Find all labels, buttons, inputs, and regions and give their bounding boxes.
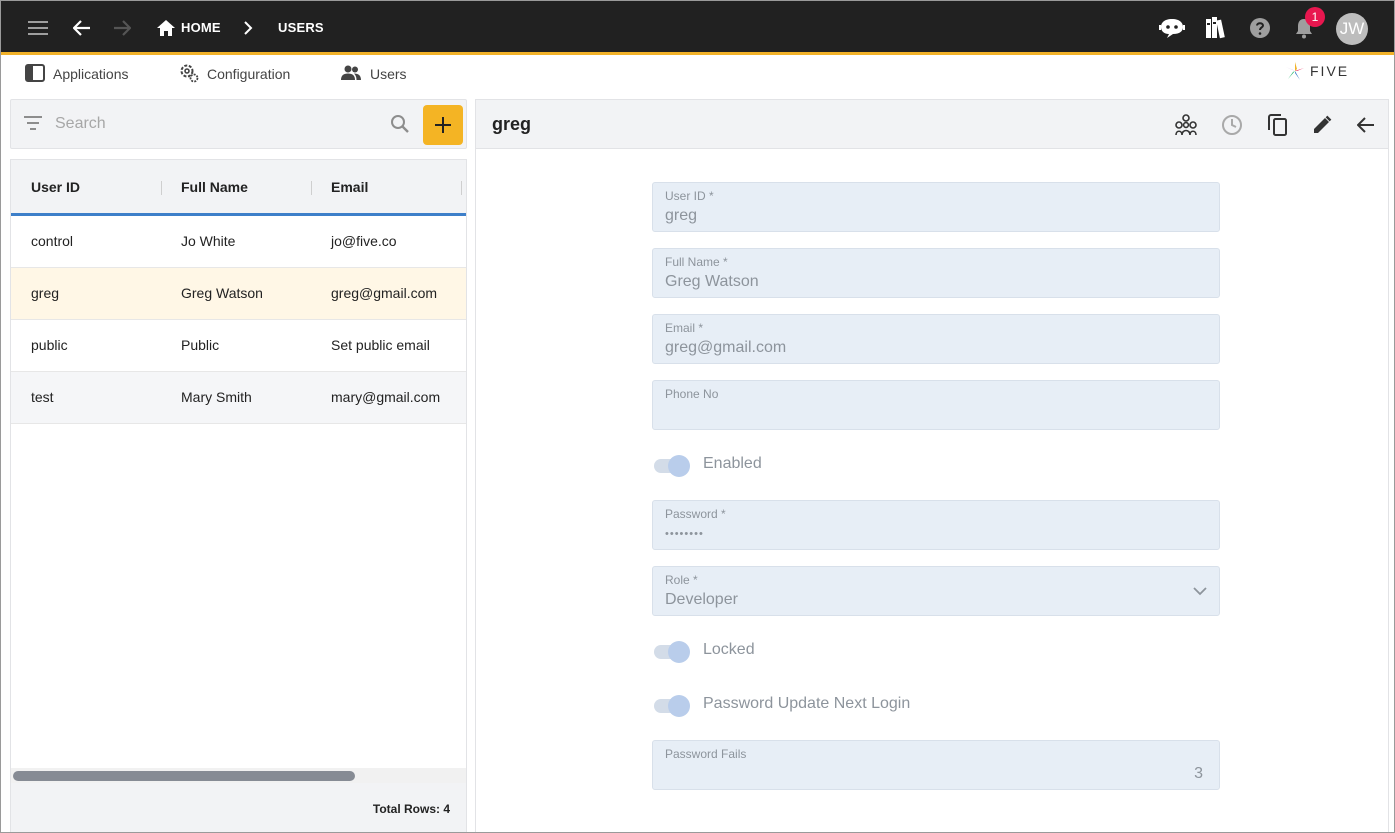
add-record-button[interactable] xyxy=(423,105,463,145)
user-id-label: User ID * xyxy=(665,189,714,203)
table-footer: Total Rows: 4 xyxy=(11,783,466,832)
cell-full-name: Public xyxy=(181,337,220,353)
filter-icon[interactable] xyxy=(24,116,42,135)
toggle-knob xyxy=(668,695,690,717)
five-logo-mark-icon xyxy=(1286,62,1304,80)
nav-users[interactable]: Users xyxy=(340,63,407,85)
nav-configuration[interactable]: Configuration xyxy=(179,63,290,85)
users-icon xyxy=(340,65,362,84)
table-row[interactable]: control Jo White jo@five.co xyxy=(11,216,466,268)
home-icon[interactable] xyxy=(152,14,180,42)
app-window: HOME USERS 1 JW Applications Configurati… xyxy=(0,0,1395,833)
breadcrumb-users[interactable]: USERS xyxy=(278,20,324,35)
chat-bot-icon[interactable] xyxy=(1158,14,1186,42)
password-field[interactable]: Password * •••••••• xyxy=(652,500,1220,550)
toggle-knob xyxy=(668,641,690,663)
chevron-down-icon[interactable] xyxy=(1193,583,1207,601)
locked-toggle[interactable] xyxy=(652,640,692,663)
cell-full-name: Mary Smith xyxy=(181,389,252,405)
copy-icon[interactable] xyxy=(1265,112,1291,138)
locked-label: Locked xyxy=(703,641,755,658)
total-rows-label: Total Rows: 4 xyxy=(372,802,450,816)
horizontal-scrollbar[interactable] xyxy=(11,768,466,783)
role-select[interactable]: Role * Developer xyxy=(652,566,1220,616)
cell-full-name: Jo White xyxy=(181,233,236,249)
nav-configuration-label: Configuration xyxy=(207,66,291,82)
password-value: •••••••• xyxy=(665,528,704,540)
table-row[interactable]: public Public Set public email xyxy=(11,320,466,372)
column-header-user-id[interactable]: User ID xyxy=(31,179,80,195)
history-clock-icon[interactable] xyxy=(1219,112,1245,138)
email-label: Email * xyxy=(665,321,704,335)
search-icon[interactable] xyxy=(390,114,410,139)
application-panel-icon xyxy=(25,63,45,85)
password-update-next-login-label: Password Update Next Login xyxy=(703,695,911,712)
cell-email: greg@gmail.com xyxy=(331,285,438,301)
top-app-bar: HOME USERS 1 JW xyxy=(1,1,1394,55)
password-fails-field[interactable]: Password Fails 3 xyxy=(652,740,1220,790)
toggle-knob xyxy=(668,455,690,477)
five-logo-text: FIVE xyxy=(1310,63,1350,79)
cell-user-id: greg xyxy=(31,285,60,301)
edit-pencil-icon[interactable] xyxy=(1309,112,1335,138)
password-update-next-login-toggle[interactable] xyxy=(652,694,692,717)
chevron-right-icon xyxy=(234,14,262,42)
email-value: greg@gmail.com xyxy=(665,339,787,356)
role-label: Role * xyxy=(665,573,698,587)
cell-user-id: public xyxy=(31,337,68,353)
full-name-label: Full Name * xyxy=(665,255,728,269)
cell-email: mary@gmail.com xyxy=(331,389,441,405)
library-books-icon[interactable] xyxy=(1202,14,1230,42)
user-id-value: greg xyxy=(665,207,698,224)
phone-no-field[interactable]: Phone No xyxy=(652,380,1220,430)
cell-full-name: Greg Watson xyxy=(181,285,263,301)
column-header-email[interactable]: Email xyxy=(331,179,368,195)
gears-icon xyxy=(179,63,199,86)
help-icon[interactable] xyxy=(1246,14,1274,42)
notification-count-badge: 1 xyxy=(1305,7,1325,27)
enabled-label: Enabled xyxy=(703,455,762,472)
breadcrumb-home[interactable]: HOME xyxy=(181,20,221,35)
table-header: User ID Full Name Email xyxy=(11,160,466,216)
cell-user-id: test xyxy=(31,389,54,405)
table-row[interactable]: test Mary Smith mary@gmail.com xyxy=(11,372,466,424)
cell-user-id: control xyxy=(31,233,74,249)
column-divider[interactable] xyxy=(461,181,462,195)
search-input[interactable]: Search xyxy=(55,115,106,133)
menu-icon[interactable] xyxy=(24,14,52,42)
users-table: User ID Full Name Email control Jo White… xyxy=(10,159,467,832)
full-name-value: Greg Watson xyxy=(665,273,759,290)
role-value: Developer xyxy=(665,591,738,608)
five-logo: FIVE xyxy=(1284,59,1349,83)
scrollbar-thumb[interactable] xyxy=(13,771,355,781)
column-divider[interactable] xyxy=(311,181,312,195)
back-arrow-icon[interactable] xyxy=(68,14,96,42)
password-fails-value: 3 xyxy=(1194,765,1203,782)
form-header: greg xyxy=(475,99,1389,149)
password-fails-label: Password Fails xyxy=(665,747,747,761)
forward-arrow-icon[interactable] xyxy=(108,14,136,42)
full-name-field[interactable]: Full Name * Greg Watson xyxy=(652,248,1220,298)
secondary-nav: Applications Configuration Users xyxy=(1,55,1394,95)
nav-applications-label: Applications xyxy=(53,66,129,82)
enabled-toggle[interactable] xyxy=(652,454,692,477)
cell-email: Set public email xyxy=(331,337,430,353)
user-id-field[interactable]: User ID * greg xyxy=(652,182,1220,232)
form-title: greg xyxy=(492,114,532,134)
list-toolbar: Search xyxy=(10,99,467,149)
user-avatar[interactable]: JW xyxy=(1336,13,1368,45)
table-row-selected[interactable]: greg Greg Watson greg@gmail.com xyxy=(11,268,466,320)
column-header-full-name[interactable]: Full Name xyxy=(181,179,248,195)
password-label: Password * xyxy=(665,507,726,521)
phone-no-label: Phone No xyxy=(665,387,719,401)
cell-email: jo@five.co xyxy=(331,233,397,249)
back-arrow-icon[interactable] xyxy=(1353,112,1379,138)
nav-users-label: Users xyxy=(370,66,407,82)
plus-icon xyxy=(435,117,451,133)
column-divider[interactable] xyxy=(161,181,162,195)
nav-applications[interactable]: Applications xyxy=(25,63,129,85)
email-field[interactable]: Email * greg@gmail.com xyxy=(652,314,1220,364)
user-group-icon[interactable] xyxy=(1173,112,1199,138)
